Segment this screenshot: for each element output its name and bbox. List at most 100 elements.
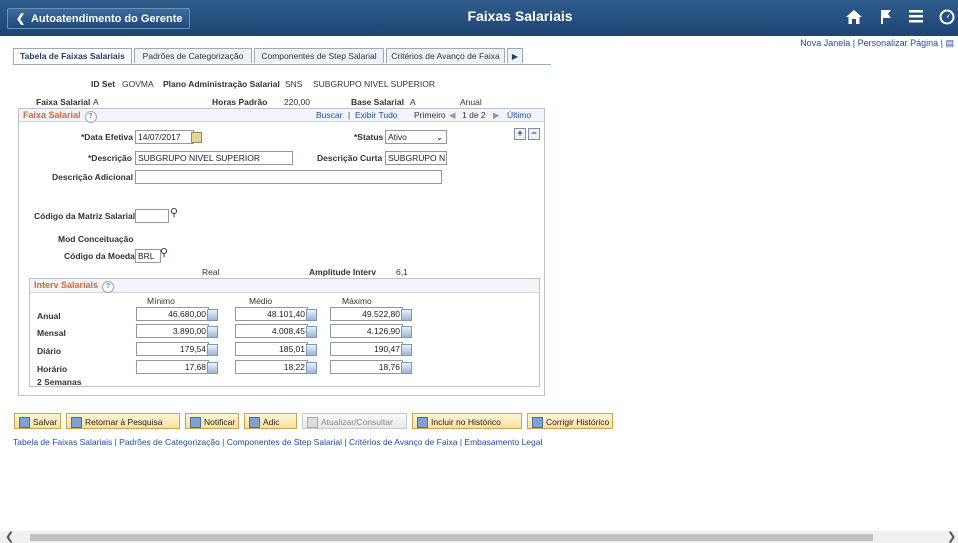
personalize-page-link[interactable]: Personalizar Página [858,38,939,48]
desc-curta-label: Descrição Curta [317,153,383,163]
matriz-input[interactable] [135,209,169,223]
moeda-label: Código da Moeda [64,251,135,261]
back-button[interactable]: ❮ Autoatendimento do Gerente [7,8,190,29]
base-label: Base Salarial [351,97,404,107]
status-value: Ativo [388,132,407,142]
horario-medio-input[interactable]: 18,22 [235,360,308,374]
data-efetiva-input[interactable]: 14/07/2017 [135,130,194,144]
return-icon [71,417,82,428]
detail-icon[interactable] [207,326,218,338]
moeda-input[interactable]: BRL [135,249,161,263]
detail-icon[interactable] [306,309,317,321]
tab-step-salarial[interactable]: Componentes de Step Salarial [254,48,384,63]
save-icon [19,417,30,428]
return-to-search-button[interactable]: Retornar à Pesquisa [66,413,180,429]
flag-icon[interactable] [879,9,893,29]
mensal-minimo-input[interactable]: 3.890,00 [136,324,209,338]
faixa-label: Faixa Salarial [36,97,91,107]
bottom-links[interactable]: Tabela de Faixas Salariais | Padrões de … [13,437,542,447]
update-display-button[interactable]: Atualizar/Consultar [302,413,407,429]
detail-icon[interactable] [306,326,317,338]
buscar-link[interactable]: Buscar [316,110,342,120]
detail-icon[interactable] [207,362,218,374]
interv-salariais-title: Interv Salariais? [34,280,115,293]
next-arrow-icon[interactable]: ▶ [493,110,500,121]
desc-curta-input[interactable]: SUBGRUPO N [385,151,447,165]
descricao-label: *Descrição [88,153,132,163]
primeiro-label: Primeiro [414,110,446,120]
diario-maximo-input[interactable]: 190,47 [330,342,403,356]
data-efetiva-label: *Data Efetiva [81,132,133,142]
include-history-button[interactable]: Incluir no Histórico [412,413,522,429]
help-square-icon[interactable]: ▤ [945,38,954,48]
help-icon[interactable]: ? [102,281,115,293]
menu-icon[interactable] [909,9,923,27]
faixa-salarial-header: Faixa Salarial? Buscar | Exibir Tudo Pri… [19,109,544,123]
chevron-down-icon: ⌄ [435,132,443,142]
mensal-maximo-input[interactable]: 4.126,90 [330,324,403,338]
base-desc: Anual [460,97,482,107]
diario-medio-input[interactable]: 185,01 [235,342,308,356]
tab-faixas[interactable]: Tabela de Faixas Salariais [13,48,132,65]
detail-icon[interactable] [207,309,218,321]
calendar-icon[interactable] [191,132,202,143]
anual-medio-input[interactable]: 48.101,40 [235,307,308,321]
desc-adicional-input[interactable] [135,170,442,184]
detail-icon[interactable] [401,362,412,374]
status-select[interactable]: Ativo ⌄ [385,130,447,144]
descricao-input[interactable]: SUBGRUPO NIVEL SUPERIOR [135,151,293,165]
detail-icon[interactable] [401,326,412,338]
prev-arrow-icon[interactable]: ◀ [449,110,456,121]
row-label-anual: Anual [37,311,61,321]
anual-minimo-input[interactable]: 46.680,00 [136,307,209,321]
scrollbar-thumb[interactable] [30,534,873,541]
tab-criterios[interactable]: Critérios de Avanço de Faixa [386,48,505,63]
col-medio: Médio [249,296,273,306]
help-icon[interactable]: ? [84,111,97,123]
pencil-icon [532,417,543,428]
update-icon [307,417,318,428]
next-tab-button[interactable]: ▶ [507,48,523,63]
scroll-left-icon[interactable]: ❮ [5,531,14,543]
save-button[interactable]: Salvar [14,413,61,429]
header-bar: ❮ Autoatendimento do Gerente Faixas Sala… [0,0,958,36]
correct-history-button[interactable]: Corrigir Histórico [527,413,613,429]
delete-row-button[interactable]: − [528,128,540,140]
detail-icon[interactable] [207,344,218,356]
detail-icon[interactable] [401,344,412,356]
notify-icon [190,417,201,428]
detail-icon[interactable] [401,309,412,321]
search-icon[interactable]: ⚲ [160,246,168,259]
row-label-2-semanas: 2 Semanas [37,377,82,387]
horario-maximo-input[interactable]: 18,76 [330,360,403,374]
ultimo-link[interactable]: Último [507,110,531,120]
search-icon[interactable]: ⚲ [170,206,178,219]
mensal-medio-input[interactable]: 4.008,45 [235,324,308,338]
new-window-link[interactable]: Nova Janela [800,38,850,48]
desc-adicional-label: Descrição Adicional [52,172,133,182]
horario-minimo-input[interactable]: 17,68 [136,360,209,374]
plano-label: Plano Administração Salarial [163,79,280,89]
row-label-mensal: Mensal [37,328,66,338]
anual-maximo-input[interactable]: 49.522,80 [330,307,403,321]
id-set-label: ID Set [91,79,116,89]
detail-icon[interactable] [306,344,317,356]
navbar-icon[interactable] [939,9,955,29]
interv-salariais-header: Interv Salariais? [30,279,539,293]
diario-minimo-input[interactable]: 179,54 [136,342,209,356]
tab-categorizacao[interactable]: Padrões de Categorização [134,48,252,63]
home-icon[interactable] [845,9,863,29]
scroll-right-icon[interactable]: ❯ [947,531,956,543]
col-minimo: Mínimo [147,296,175,306]
add-button[interactable]: Adic [244,413,297,429]
notify-button[interactable]: Notificar [185,413,239,429]
exibir-tudo-link[interactable]: Exibir Tudo [355,110,398,120]
faixa-value: A [93,97,99,107]
add-row-button[interactable]: + [514,128,526,140]
horas-value: 220,00 [284,97,310,107]
status-label: *Status [354,132,384,142]
top-links: Nova Janela | Personalizar Página | ▤ [800,38,954,48]
horizontal-scrollbar[interactable]: ❮ ❯ [0,531,958,543]
detail-icon[interactable] [306,362,317,374]
plano-value: SNS [285,79,303,89]
